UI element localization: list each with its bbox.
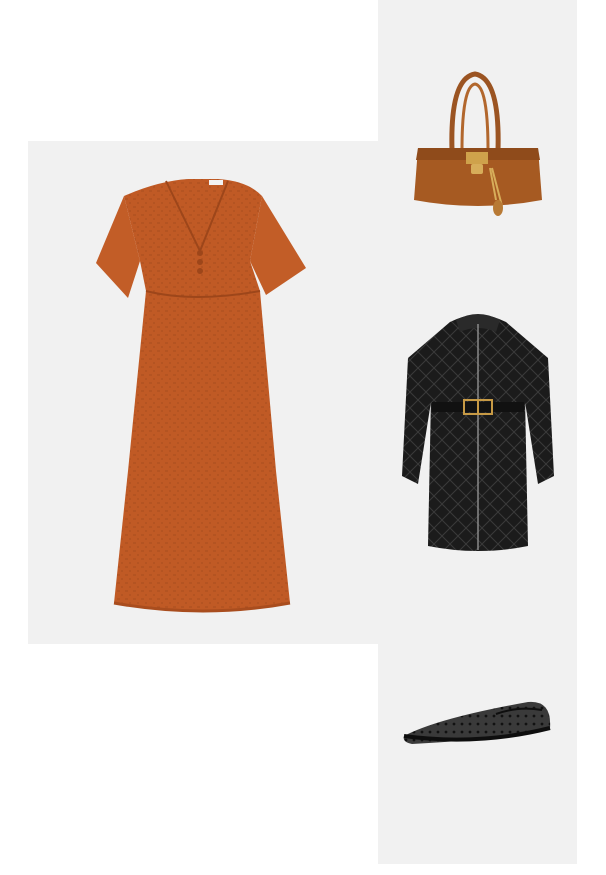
coat-name: Quilted coat	[0, 0, 1, 1]
coat-tile[interactable]	[378, 288, 577, 576]
flats-image	[403, 701, 551, 744]
handbag-image	[414, 71, 542, 216]
dress-tile[interactable]	[28, 141, 378, 644]
handbag-name: Handbag	[0, 0, 1, 1]
handbag-tile[interactable]	[378, 0, 577, 288]
flats-tile[interactable]	[378, 576, 577, 864]
dress-name: Dress	[0, 0, 1, 1]
flats-name: Mesh ballet flats	[0, 0, 1, 1]
coat-image	[402, 314, 554, 551]
dress-image	[96, 179, 306, 613]
